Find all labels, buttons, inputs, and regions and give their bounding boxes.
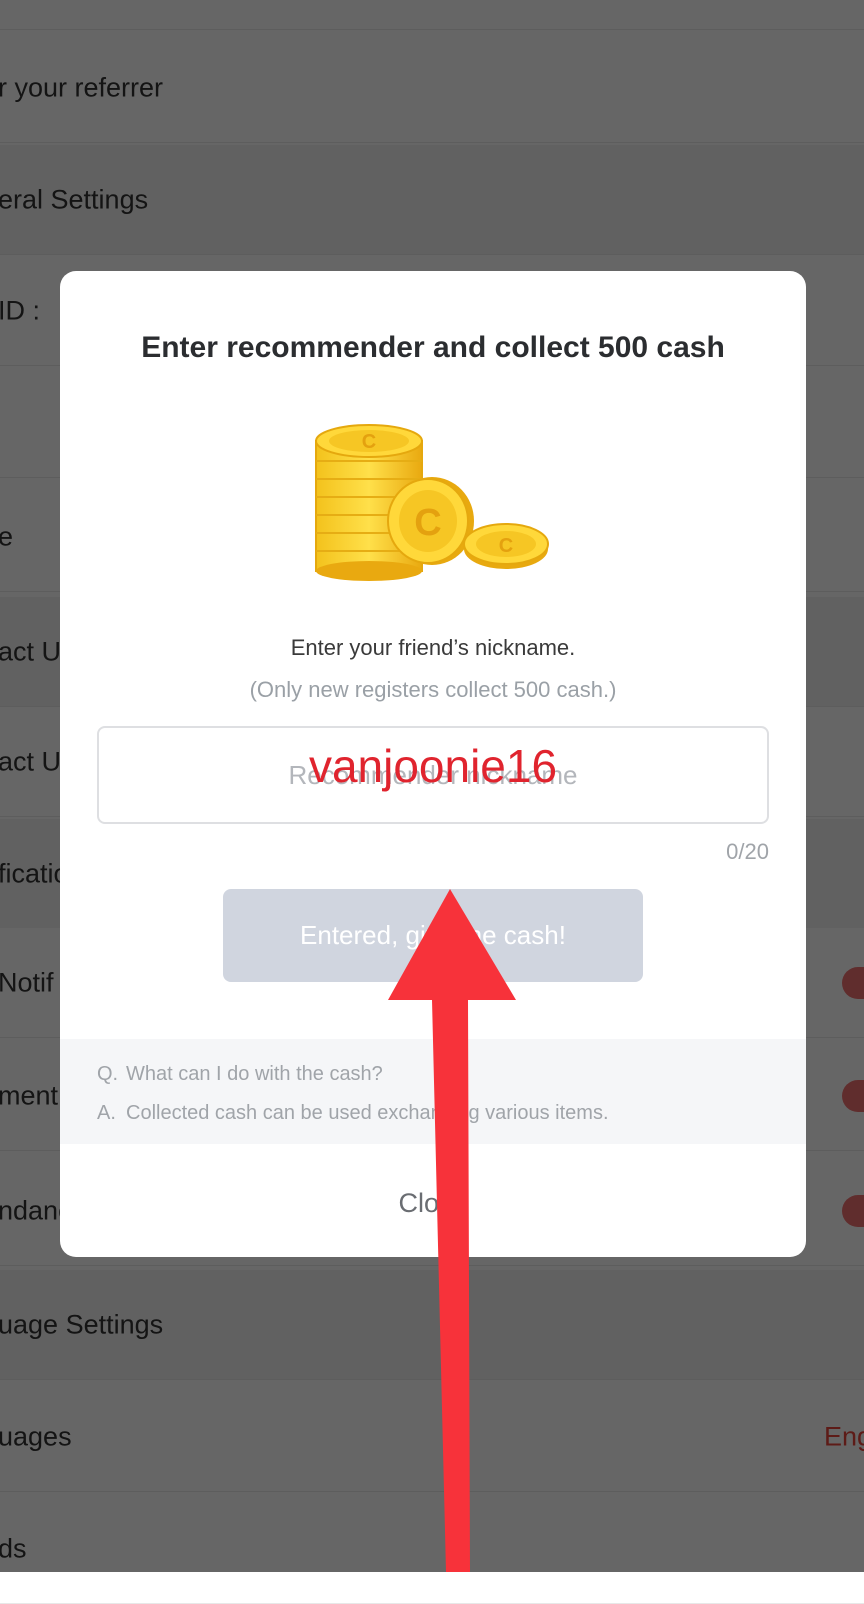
faq-answer-tag: A.	[97, 1102, 116, 1124]
nickname-prompt: Enter your friend’s nickname.	[290, 635, 576, 660]
faq-question: Q. What can I do with the cash?	[97, 1063, 383, 1086]
coin-letter: C	[414, 502, 441, 544]
submit-cash-button[interactable]: Entered, give me cash!	[223, 889, 643, 982]
faq-question-text: What can I do with the cash?	[126, 1063, 383, 1085]
coin-letter: C	[499, 535, 513, 557]
faq-answer: A. Collected cash can be used exchanging …	[97, 1102, 609, 1125]
coin-letter: C	[362, 431, 376, 453]
character-counter: 0/20	[726, 839, 769, 864]
nickname-subprompt: (Only new registers collect 500 cash.)	[249, 677, 617, 702]
referral-modal: Enter recommender and collect 500 cash C	[60, 271, 806, 1257]
faq-question-tag: Q.	[97, 1063, 119, 1085]
close-button[interactable]: Close	[60, 1163, 806, 1243]
modal-title: Enter recommender and collect 500 cash	[141, 331, 725, 364]
coin-stack-icon: C C C	[315, 424, 549, 581]
faq-answer-text: Collected cash can be used exchanging va…	[126, 1102, 609, 1124]
faq-box: Q. What can I do with the cash? A. Collect…	[60, 1039, 806, 1144]
recommender-nickname-input[interactable]	[97, 726, 769, 824]
